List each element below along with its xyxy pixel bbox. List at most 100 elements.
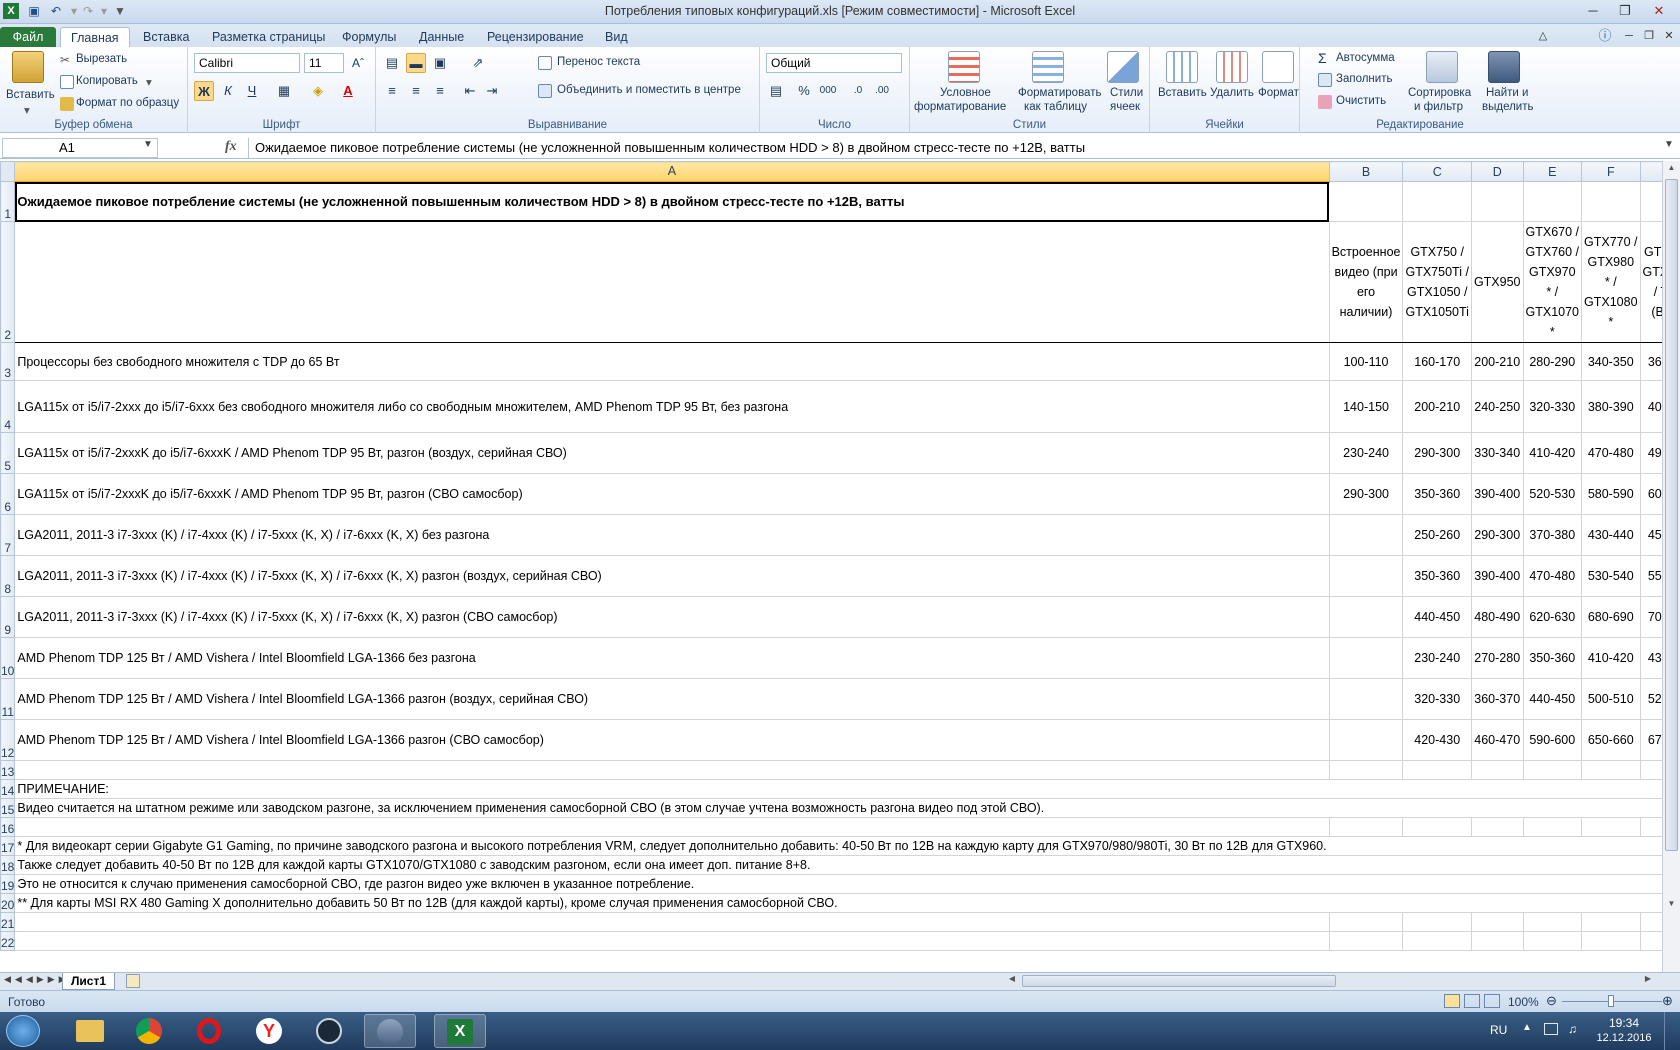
zoom-level[interactable]: 100% [1508, 995, 1539, 1009]
cell[interactable] [1639, 836, 1662, 856]
sort-filter-line1[interactable]: Сортировка [1408, 87, 1471, 99]
config-label-cell[interactable]: AMD Phenom TDP 125 Вт / AMD Vishera / In… [14, 637, 1330, 679]
vertical-scrollbar[interactable]: ▲ ▼ [1662, 161, 1680, 972]
note-cell[interactable]: * Для видеокарт серии Gigabyte G1 Gaming… [14, 836, 1330, 856]
column-header-cell[interactable]: GTX950 [1470, 221, 1524, 343]
cell[interactable] [1522, 893, 1582, 913]
page-layout-view-icon[interactable] [1464, 994, 1480, 1008]
power-value-cell[interactable] [1328, 596, 1404, 638]
row-header[interactable]: 5 [0, 432, 16, 474]
power-value-cell[interactable]: 520-530 [1639, 678, 1662, 720]
close-button[interactable]: ✕ [1646, 2, 1672, 20]
power-value-cell[interactable]: 360-370 [1470, 678, 1524, 720]
cell[interactable] [1522, 798, 1582, 818]
row-header[interactable]: 13 [0, 760, 16, 780]
minimize-button[interactable]: ─ [1580, 2, 1606, 20]
cell[interactable] [1470, 779, 1523, 799]
cell[interactable] [1470, 874, 1523, 894]
row-header[interactable]: 10 [0, 637, 16, 679]
power-value-cell[interactable]: 520-530 [1522, 473, 1583, 515]
power-value-cell[interactable]: 390-400 [1470, 473, 1524, 515]
cell[interactable] [1328, 893, 1403, 913]
power-value-cell[interactable]: 500-510 [1581, 678, 1641, 720]
vertical-scroll-thumb[interactable] [1665, 179, 1678, 851]
tab-formulas[interactable]: Формулы [332, 27, 406, 47]
power-value-cell[interactable]: 550-560 [1639, 555, 1662, 597]
power-value-cell[interactable]: 680-690 [1581, 596, 1641, 638]
percent-icon[interactable]: % [794, 81, 814, 101]
row-header[interactable]: 17 [0, 836, 16, 856]
insert-sheet-icon[interactable] [126, 974, 140, 988]
cell[interactable] [1328, 760, 1404, 780]
column-header-cell[interactable]: GTX780 / GTX780Ti / Titan (Black) [1639, 221, 1662, 343]
row-header[interactable]: 6 [0, 473, 16, 515]
cell[interactable] [1581, 931, 1641, 951]
borders-icon[interactable]: ▦ [274, 81, 294, 101]
row-header[interactable]: 11 [0, 678, 16, 720]
insert-cells-button[interactable]: Вставить [1158, 87, 1207, 99]
cell[interactable] [1470, 836, 1523, 856]
tab-view[interactable]: Вид [595, 27, 638, 47]
cell[interactable] [1522, 181, 1583, 222]
cell[interactable] [1581, 798, 1641, 818]
currency-icon[interactable]: ▤ [766, 81, 786, 101]
power-value-cell[interactable] [1328, 719, 1404, 761]
increase-font-icon[interactable]: Aˆ [348, 53, 368, 73]
font-name-select[interactable]: Calibri [194, 53, 300, 73]
power-value-cell[interactable]: 380-390 [1581, 380, 1641, 433]
config-label-cell[interactable]: Процессоры без свободного множителя с TD… [14, 342, 1330, 381]
power-value-cell[interactable] [1328, 678, 1404, 720]
col-header-f[interactable]: F [1581, 161, 1641, 182]
cell[interactable] [1522, 817, 1583, 837]
power-value-cell[interactable]: 240-250 [1470, 380, 1524, 433]
power-value-cell[interactable]: 320-330 [1402, 678, 1472, 720]
row-header[interactable]: 3 [0, 342, 16, 381]
align-middle-icon[interactable]: ▬ [406, 53, 426, 73]
power-value-cell[interactable]: 590-600 [1522, 719, 1583, 761]
config-label-cell[interactable]: LGA2011, 2011-3 i7-3xxx (K) / i7-4xxx (K… [14, 514, 1330, 556]
format-painter-button[interactable]: Формат по образцу [76, 97, 179, 109]
taskbar-explorer[interactable] [64, 1014, 116, 1048]
row-header[interactable]: 1 [0, 181, 16, 222]
sheet-nav-icons[interactable]: ◀◀◀▶▶▶ [4, 974, 70, 985]
power-value-cell[interactable]: 440-450 [1402, 596, 1472, 638]
horizontal-scroll-thumb[interactable] [1022, 975, 1336, 987]
cell[interactable] [1639, 855, 1662, 875]
power-value-cell[interactable]: 350-360 [1402, 555, 1472, 597]
orientation-icon[interactable]: ⇗ [468, 53, 488, 73]
workbook-close-icon[interactable]: ✕ [1656, 27, 1680, 45]
cell[interactable] [1328, 874, 1403, 894]
cell[interactable] [1328, 855, 1403, 875]
format-cells-button[interactable]: Формат [1258, 87, 1299, 99]
cell[interactable] [1470, 855, 1523, 875]
power-value-cell[interactable]: 490-500 [1639, 432, 1662, 474]
merge-center-button[interactable]: Объединить и поместить в центре [557, 84, 741, 96]
align-bottom-icon[interactable]: ▣ [430, 53, 450, 73]
power-value-cell[interactable]: 670-680 [1639, 719, 1662, 761]
row-header[interactable]: 7 [0, 514, 16, 556]
conditional-format-line2[interactable]: форматирование [914, 101, 1006, 113]
col-header-d[interactable]: D [1470, 161, 1524, 182]
cell[interactable] [1639, 779, 1662, 799]
paste-button[interactable]: Вставить [6, 89, 55, 101]
cell[interactable] [1402, 893, 1472, 913]
power-value-cell[interactable]: 470-480 [1522, 555, 1583, 597]
increase-indent-icon[interactable]: ⇥ [482, 81, 502, 101]
cell[interactable] [1639, 912, 1662, 932]
config-label-cell[interactable]: LGA115x от i5/i7-2xxxK до i5/i7-6xxxK / … [14, 473, 1330, 515]
worksheet-grid[interactable]: A B C D E F G H I J K L M N O P Q R 1Ожи… [0, 161, 1662, 972]
power-value-cell[interactable]: 340-350 [1581, 342, 1641, 381]
font-color-icon[interactable]: A [338, 81, 358, 101]
cell-styles-line1[interactable]: Стили [1110, 87, 1143, 99]
power-value-cell[interactable]: 530-540 [1581, 555, 1641, 597]
cell[interactable] [1522, 931, 1583, 951]
sort-filter-line2[interactable]: и фильтр [1414, 101, 1463, 113]
clock-time[interactable]: 19:34 [1600, 1016, 1648, 1030]
cell[interactable] [1581, 181, 1641, 222]
power-value-cell[interactable]: 230-240 [1328, 432, 1404, 474]
tab-page-layout[interactable]: Разметка страницы [202, 27, 335, 47]
cell[interactable] [1470, 817, 1524, 837]
formula-expand-icon[interactable]: ▼ [1664, 139, 1674, 150]
cell[interactable] [1328, 931, 1404, 951]
power-value-cell[interactable]: 350-360 [1522, 637, 1583, 679]
